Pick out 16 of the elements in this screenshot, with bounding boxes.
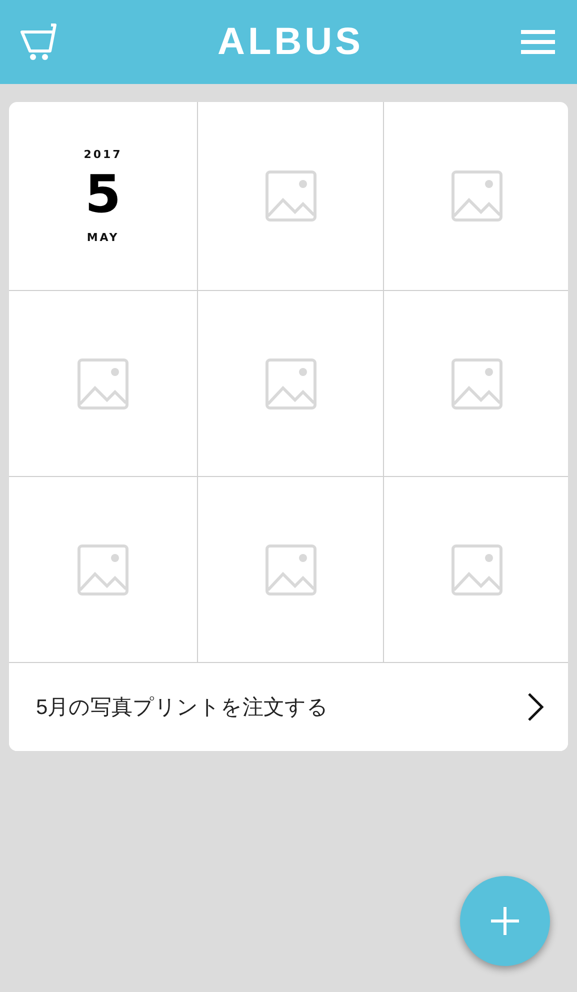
menu-icon[interactable]	[520, 30, 555, 54]
image-placeholder-icon	[450, 544, 502, 596]
image-placeholder-icon	[264, 170, 316, 222]
app-title: ALBUS	[218, 20, 364, 64]
year-label: 2017	[84, 148, 122, 161]
image-placeholder-icon	[450, 170, 502, 222]
image-placeholder-icon	[77, 544, 129, 596]
chevron-right-icon	[526, 692, 544, 722]
day-number: 5	[84, 169, 122, 221]
image-placeholder-icon	[77, 358, 129, 410]
plus-icon	[490, 906, 520, 936]
image-placeholder-icon	[450, 358, 502, 410]
month-label: MAY	[86, 231, 120, 244]
image-placeholder-icon	[264, 544, 316, 596]
add-button[interactable]	[460, 876, 550, 966]
image-placeholder-icon	[264, 358, 316, 410]
